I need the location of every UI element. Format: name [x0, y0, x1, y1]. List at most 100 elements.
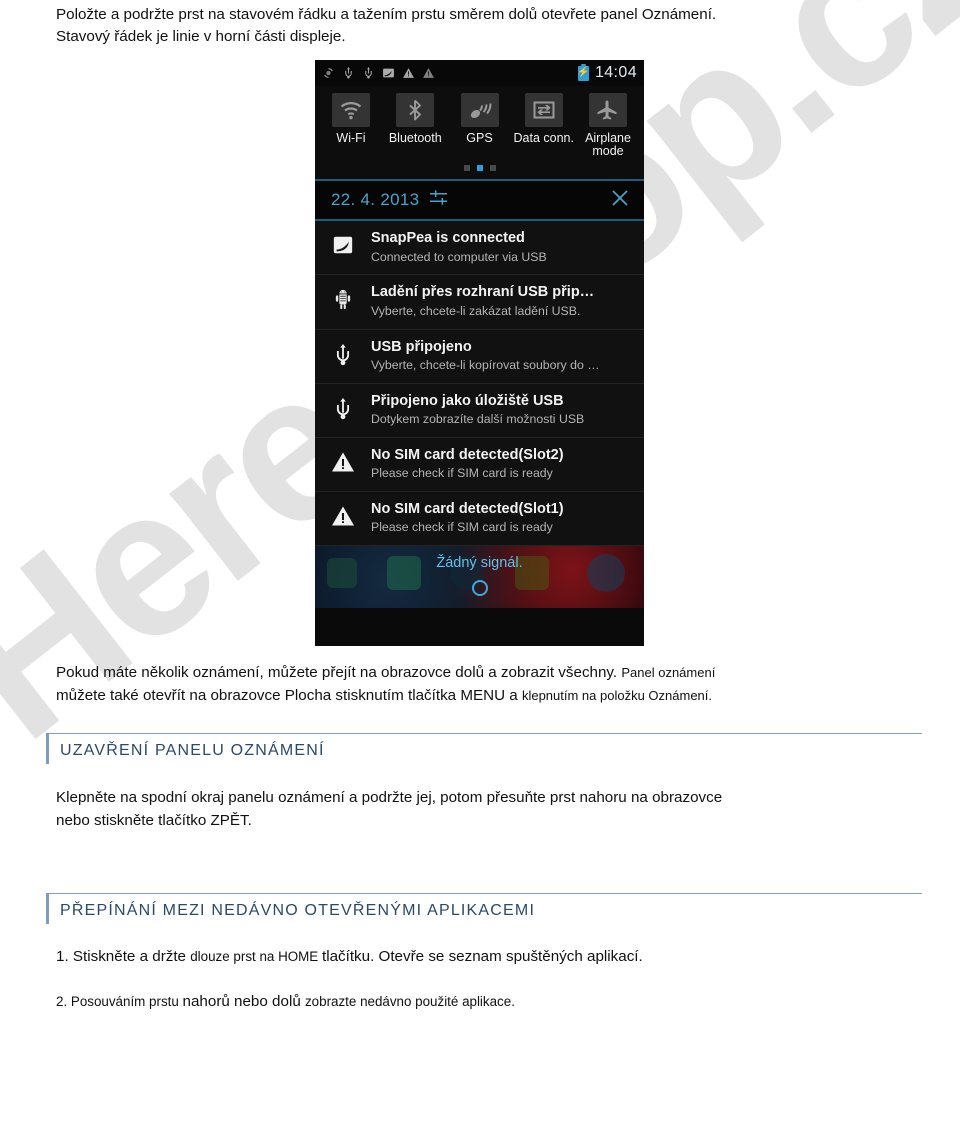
step1-part-c: tlačítku. Otevře se seznam spuštěných ap… — [321, 948, 643, 965]
notification-item[interactable]: SnapPea is connected Connected to comput… — [315, 221, 644, 276]
notification-subtitle: Dotykem zobrazíte další možnosti USB — [371, 412, 585, 427]
battery-bolt-glyph: ⚡ — [577, 67, 590, 78]
quick-toggle-wifi[interactable]: Wi-Fi — [321, 93, 381, 158]
notification-title: No SIM card detected(Slot2) — [371, 446, 564, 463]
notification-text: No SIM card detected(Slot1) Please check… — [371, 501, 568, 535]
snappea-icon — [315, 230, 371, 256]
paragraph-notifications: Pokud máte několik oznámení, můžete přej… — [56, 662, 922, 708]
notification-item[interactable]: No SIM card detected(Slot2) Please check… — [315, 438, 644, 492]
heading-box: PŘEPÍNÁNÍ MEZI NEDÁVNO OTEVŘENÝMI APLIKA… — [46, 894, 922, 924]
quick-toggle-label: Bluetooth — [388, 131, 442, 145]
quick-toggle-row: Wi-Fi Bluetooth GPS Data conn. Airplane … — [321, 93, 638, 158]
warning-icon — [403, 68, 414, 78]
status-bar-clock: 14:04 — [594, 64, 637, 81]
quick-toggle-label: Wi-Fi — [336, 131, 366, 145]
home-screen-peek: Žádný signál. — [315, 546, 644, 609]
snappea-icon — [383, 68, 394, 78]
notification-text: USB připojeno Vyberte, chcete-li kopírov… — [371, 339, 604, 373]
circle-handle-icon[interactable] — [471, 580, 488, 597]
para2-line2-small: klepnutím na položku Oznámení. — [521, 687, 713, 703]
sliders-icon[interactable] — [429, 188, 448, 212]
sync-icon — [324, 68, 333, 78]
quick-toggle-data-connection[interactable]: Data conn. — [514, 93, 574, 158]
data-connection-toggle-box[interactable] — [524, 93, 563, 127]
para2-line2-main: můžete také otevřít na obrazovce Plocha … — [56, 686, 522, 704]
intro-paragraph: Položte a podržte prst na stavovém řádku… — [56, 4, 918, 48]
notification-title: Ladění přes rozhraní USB přip… — [371, 284, 595, 301]
notification-title: SnapPea is connected — [371, 230, 525, 247]
page-dot[interactable] — [463, 165, 470, 172]
quick-toggle-airplane-mode[interactable]: Airplane mode — [578, 93, 638, 158]
usb-icon — [315, 339, 371, 367]
wifi-toggle-box[interactable] — [332, 93, 370, 127]
android-debug-icon — [315, 284, 371, 310]
notification-subtitle: Please check if SIM card is ready — [371, 520, 553, 535]
notification-title: Připojeno jako úložiště USB — [371, 392, 564, 409]
step1-part-a: 1. Stiskněte a držte — [56, 948, 191, 965]
wifi-icon — [340, 102, 362, 120]
notification-subtitle: Please check if SIM card is ready — [371, 466, 553, 481]
notification-text: Ladění přes rozhraní USB přip… Vyberte, … — [371, 284, 598, 318]
status-bar-right: ⚡ 14:04 — [577, 63, 637, 82]
intro-line-2: Stavový řádek je linie v horní části dis… — [56, 28, 346, 46]
notification-item[interactable]: USB připojeno Vyberte, chcete-li kopírov… — [315, 330, 644, 384]
section1-body: Klepněte na spodní okraj panelu oznámení… — [56, 787, 922, 833]
notification-item[interactable]: No SIM card detected(Slot1) Please check… — [315, 492, 644, 547]
notification-text: SnapPea is connected Connected to comput… — [371, 230, 551, 264]
step2-part-b: nahorů nebo dolů — [182, 993, 305, 1010]
usb-icon — [365, 67, 372, 79]
warning-icon — [315, 501, 371, 527]
step-item-1: 1. Stiskněte a držte dlouze prst na HOME… — [56, 946, 922, 968]
page-dot[interactable] — [489, 165, 496, 172]
notification-subtitle: Vyberte, chcete-li zakázat ladění USB. — [371, 303, 581, 318]
step2-part-c: zobrazte nedávno použité aplikace. — [304, 994, 515, 1009]
close-icon[interactable] — [610, 188, 630, 212]
para2-line1-small: Panel oznámení — [621, 665, 716, 680]
section-heading-close-panel: UZAVŘENÍ PANELU OZNÁMENÍ — [46, 733, 922, 764]
section2-heading-text: PŘEPÍNÁNÍ MEZI NEDÁVNO OTEVŘENÝMI APLIKA… — [60, 902, 536, 919]
warning-icon — [315, 447, 371, 473]
notification-list: SnapPea is connected Connected to comput… — [315, 221, 644, 547]
section1-heading-text: UZAVŘENÍ PANELU OZNÁMENÍ — [60, 742, 325, 759]
notification-text: No SIM card detected(Slot2) Please check… — [371, 447, 568, 481]
notification-date: 22. 4. 2013 — [331, 190, 420, 210]
notification-subtitle: Vyberte, chcete-li kopírovat soubory do … — [371, 357, 600, 372]
section-heading-switch-apps: PŘEPÍNÁNÍ MEZI NEDÁVNO OTEVŘENÝMI APLIKA… — [46, 893, 922, 924]
home-peek-text: Žádný signál. — [436, 555, 523, 572]
notification-text: Připojeno jako úložiště USB Dotykem zobr… — [371, 393, 588, 427]
bluetooth-toggle-box[interactable] — [396, 93, 435, 127]
page-indicator-dots — [321, 158, 638, 177]
notification-item[interactable]: Ladění přes rozhraní USB přip… Vyberte, … — [315, 275, 644, 330]
notification-title: USB připojeno — [371, 338, 472, 355]
phone-screenshot: ⚡ 14:04 Wi-Fi Bluetooth GPS Data conn. A… — [315, 60, 644, 646]
airplane-icon — [597, 100, 617, 120]
status-bar: ⚡ 14:04 — [315, 60, 644, 86]
notification-item[interactable]: Připojeno jako úložiště USB Dotykem zobr… — [315, 384, 644, 438]
section1-body-line2: nebo stiskněte tlačítko ZPĚT. — [56, 811, 252, 829]
section1-body-line1: Klepněte na spodní okraj panelu oznámení… — [56, 789, 723, 806]
quick-toggle-bluetooth[interactable]: Bluetooth — [385, 93, 445, 158]
data-connection-icon — [533, 101, 555, 119]
para2-line1-main: Pokud máte několik oznámení, můžete přej… — [56, 664, 618, 681]
gps-icon — [470, 103, 491, 119]
battery-charging-icon: ⚡ — [577, 63, 590, 81]
notification-panel-header: 22. 4. 2013 — [315, 181, 644, 222]
quick-toggle-label: GPS — [466, 131, 493, 145]
airplane-toggle-box[interactable] — [589, 93, 627, 127]
notification-subtitle: Connected to computer via USB — [371, 249, 547, 264]
usb-icon — [315, 393, 371, 421]
status-bar-icons — [322, 66, 435, 80]
quick-toggle-label: Data conn. — [513, 131, 574, 145]
step2-part-a: 2. Posouváním prstu — [56, 994, 183, 1009]
step-item-2: 2. Posouváním prstu nahorů nebo dolů zob… — [56, 991, 922, 1013]
quick-settings-panel: Wi-Fi Bluetooth GPS Data conn. Airplane … — [315, 86, 644, 180]
heading-box: UZAVŘENÍ PANELU OZNÁMENÍ — [46, 734, 922, 764]
warning-icon — [423, 68, 434, 78]
usb-icon — [345, 67, 352, 79]
step1-part-b: dlouze prst na HOME — [190, 949, 322, 964]
page-dot-active[interactable] — [476, 165, 483, 172]
notification-title: No SIM card detected(Slot1) — [371, 500, 564, 517]
quick-toggle-label: Airplane mode — [585, 131, 631, 159]
gps-toggle-box[interactable] — [460, 93, 499, 127]
quick-toggle-gps[interactable]: GPS — [450, 93, 510, 158]
